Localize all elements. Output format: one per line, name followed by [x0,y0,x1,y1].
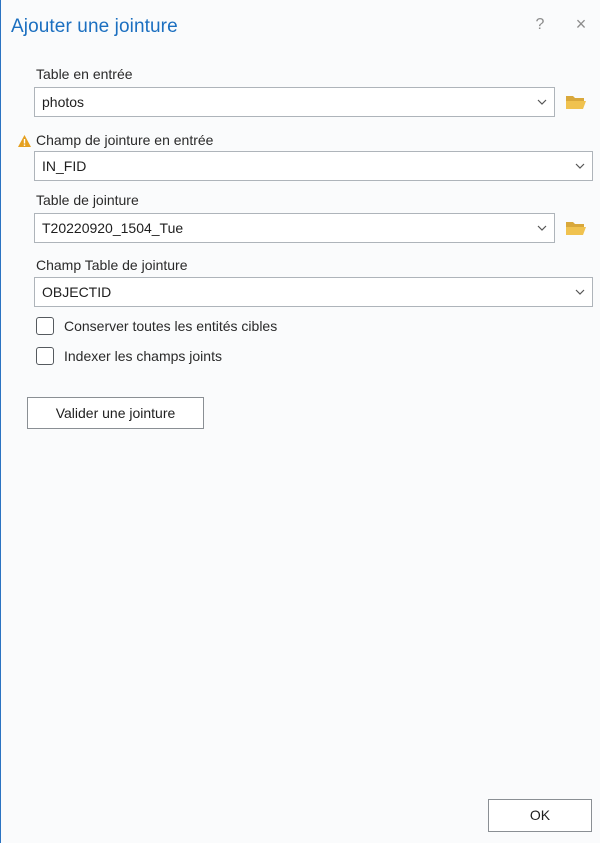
folder-open-icon[interactable] [565,219,587,237]
chevron-down-icon [575,289,585,295]
index-fields-label: Indexer les champs joints [64,348,222,364]
join-table-label: Table de jointure [36,192,139,208]
keep-all-option[interactable]: Conserver toutes les entités cibles [36,316,356,338]
folder-open-icon[interactable] [565,93,587,111]
index-fields-option[interactable]: Indexer les champs joints [36,346,296,368]
keep-all-checkbox[interactable] [36,317,54,335]
chevron-down-icon [575,163,585,169]
join-table-value: T20220920_1504_Tue [42,220,184,236]
join-table-dropdown[interactable]: T20220920_1504_Tue [34,213,555,243]
join-table-field-value: OBJECTID [42,284,112,300]
join-table-field-label: Champ Table de jointure [36,257,188,273]
dialog-title: Ajouter une jointure [11,16,178,37]
ok-button[interactable]: OK [488,799,592,832]
chevron-down-icon [537,99,547,105]
input-table-label: Table en entrée [36,66,133,82]
input-table-value: photos [42,94,85,110]
warning-icon [18,135,31,147]
validate-join-button[interactable]: Valider une jointure [27,397,204,429]
input-table-dropdown[interactable]: photos [34,87,555,117]
close-button[interactable]: × [572,14,590,34]
chevron-down-icon [537,225,547,231]
dialog-header: Ajouter une jointure ? × [1,0,600,58]
help-button[interactable]: ? [532,16,548,36]
input-join-field-dropdown[interactable]: IN_FID [34,151,593,181]
index-fields-checkbox[interactable] [36,347,54,365]
join-table-field-dropdown[interactable]: OBJECTID [34,277,593,307]
input-join-field-label: Champ de jointure en entrée [36,132,214,148]
input-join-field-value: IN_FID [42,158,87,174]
keep-all-label: Conserver toutes les entités cibles [64,318,278,334]
geoprocessing-pane: Ajouter une jointure ? × Table en entrée… [0,0,600,843]
